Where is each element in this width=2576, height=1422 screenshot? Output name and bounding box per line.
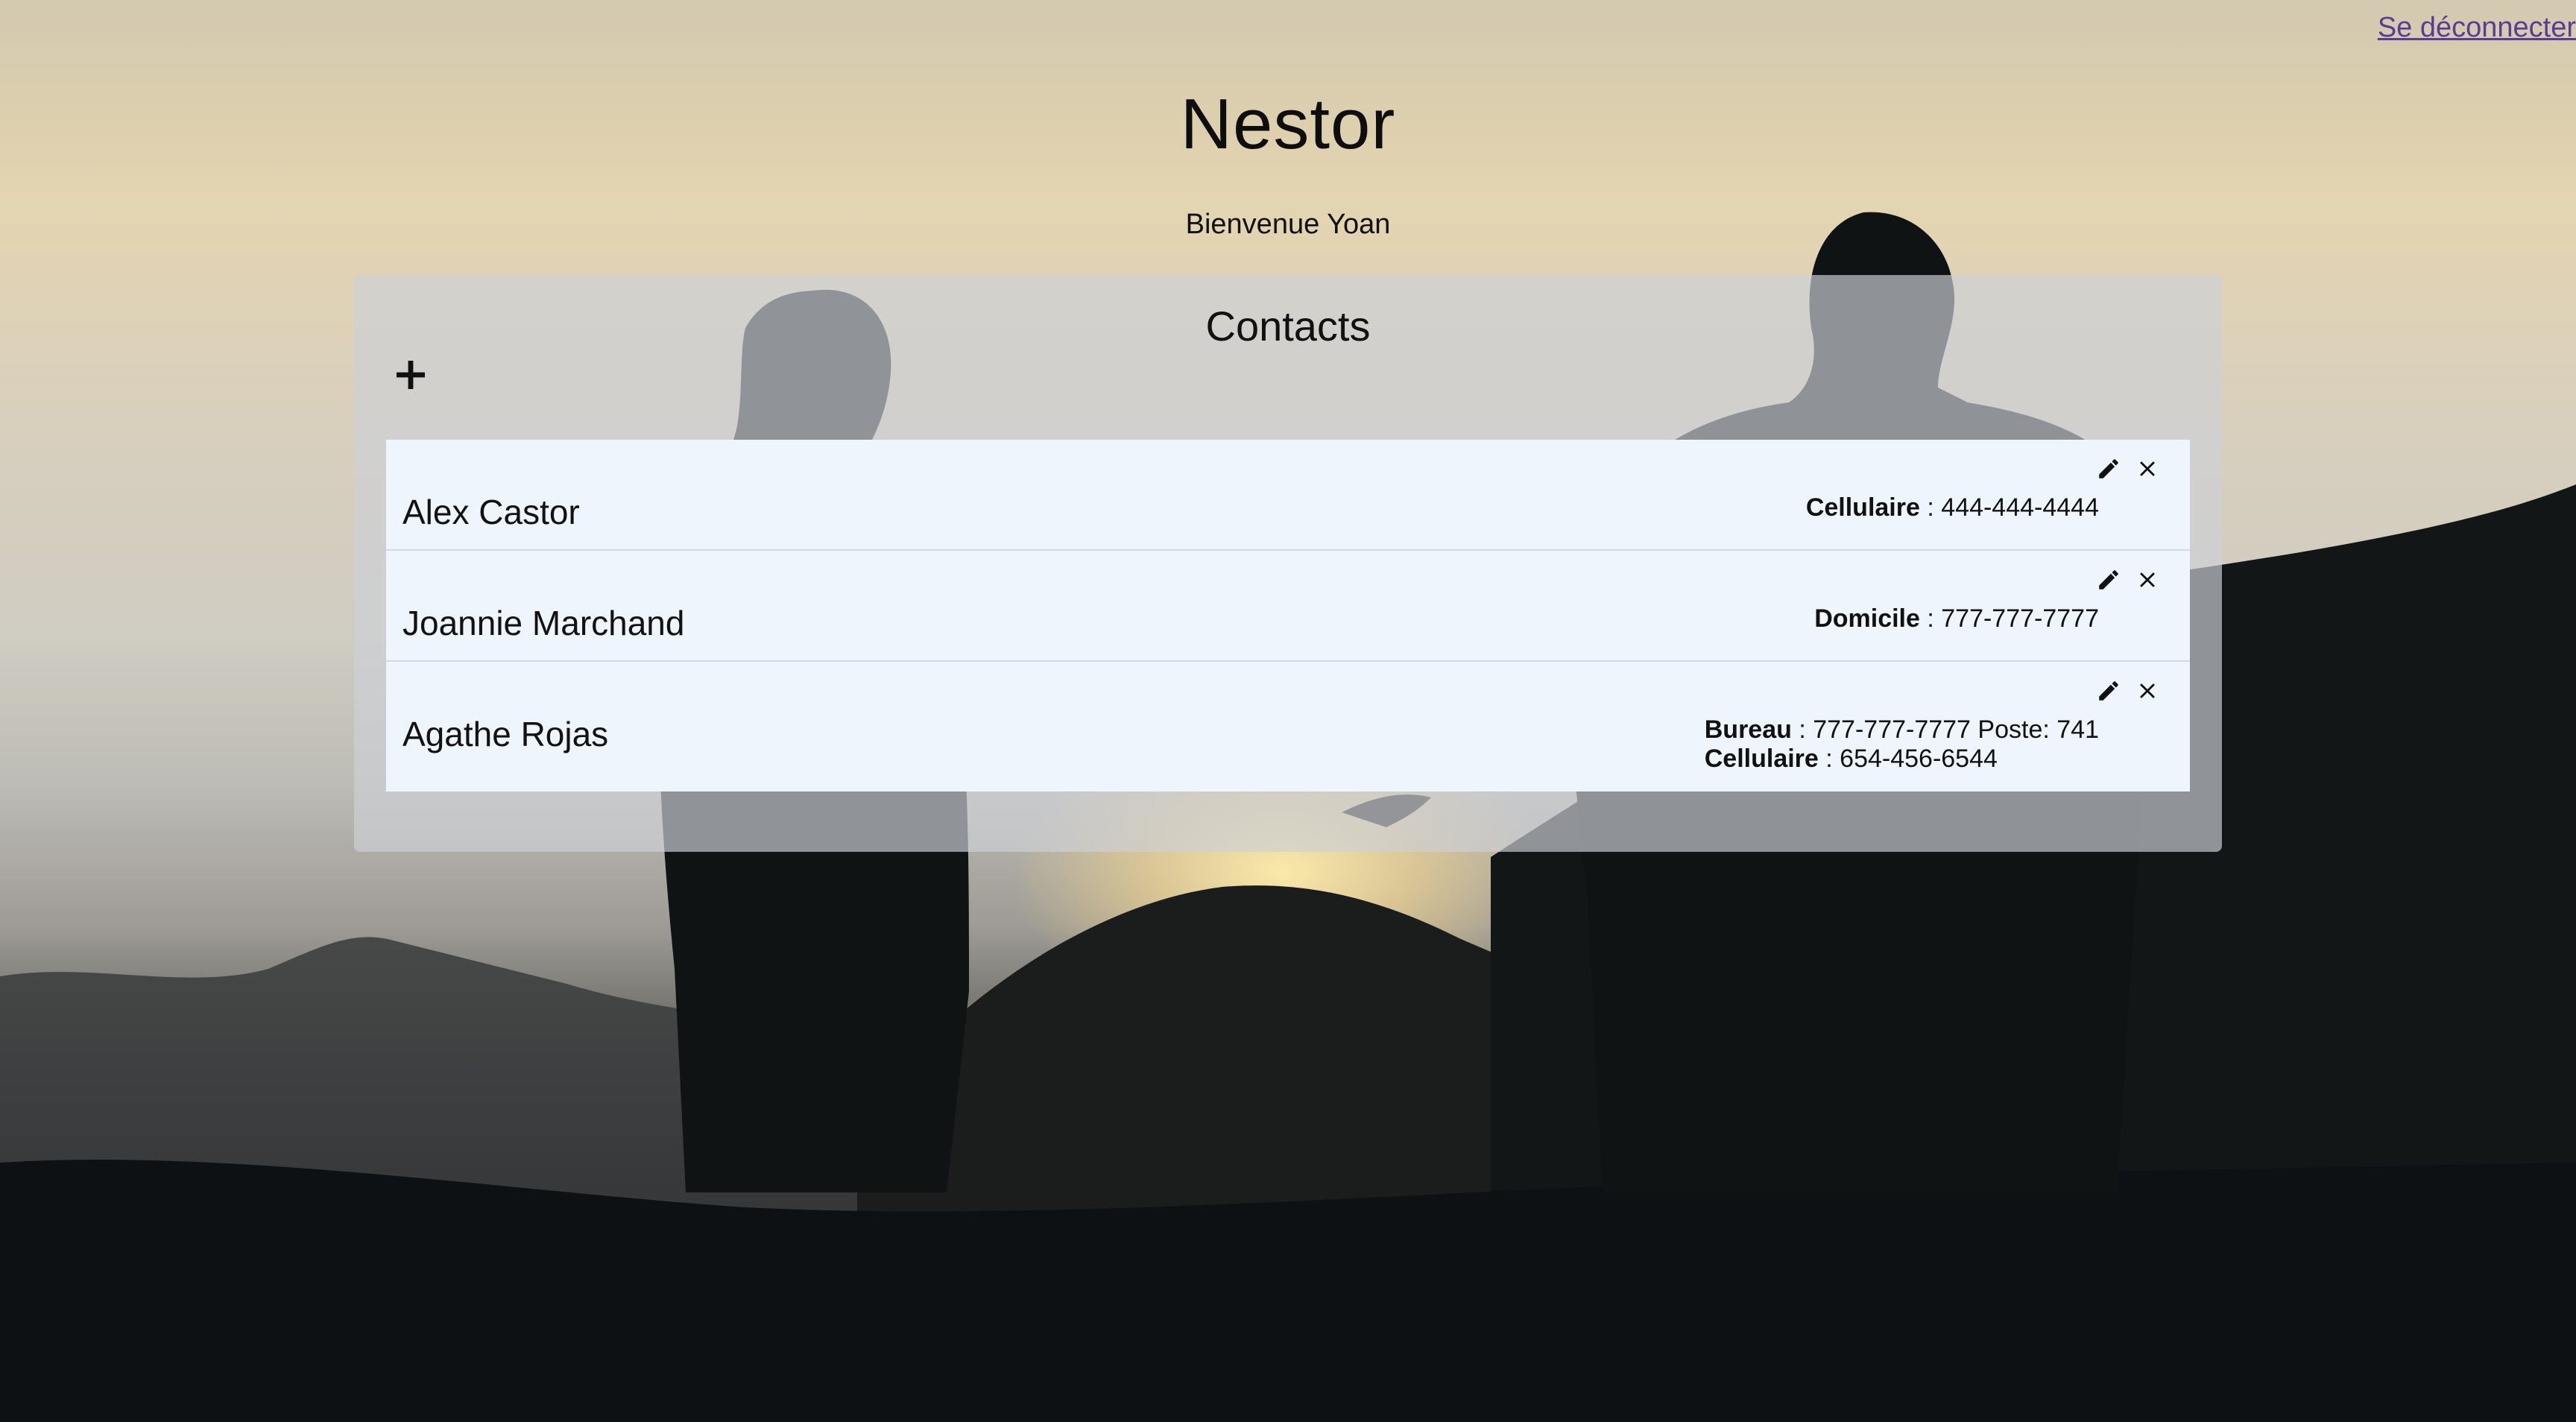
contacts-list: Alex Castor Cellulaire : 444-444-4444 Jo… [386, 440, 2190, 791]
contacts-panel: Contacts Alex Castor Cellulaire : 444-44… [354, 275, 2222, 852]
logout-link[interactable]: Se déconnecter [2378, 12, 2576, 44]
contact-phones: Cellulaire : 444-444-4444 [1806, 493, 2099, 522]
contact-actions [2096, 678, 2160, 704]
phone-type: Cellulaire [1704, 745, 1819, 773]
contact-phones: Domicile : 777-777-7777 [1814, 604, 2099, 633]
phone-line: Cellulaire : 444-444-4444 [1806, 493, 2099, 522]
phone-number: 444-444-4444 [1941, 493, 2099, 522]
phone-line: Cellulaire : 654-456-6544 [1705, 745, 2099, 774]
phone-number: 777-777-7777 [1941, 604, 2099, 633]
welcome-message: Bienvenue Yoan [1185, 209, 1391, 240]
contact-phones: Bureau : 777-777-7777 Poste: 741 Cellula… [1705, 715, 2099, 774]
phone-extension: Poste: 741 [1970, 715, 2099, 744]
contact-actions [2096, 456, 2160, 481]
contact-row: Agathe Rojas Bureau : 777-777-7777 Poste… [386, 662, 2190, 791]
phone-separator: : [1919, 493, 1942, 522]
pencil-icon[interactable] [2096, 567, 2121, 592]
phone-line: Bureau : 777-777-7777 Poste: 741 [1705, 715, 2099, 745]
pencil-icon[interactable] [2096, 678, 2121, 704]
contact-row: Joannie Marchand Domicile : 777-777-7777 [386, 551, 2190, 662]
plus-icon[interactable] [393, 357, 429, 393]
phone-separator: : [1791, 715, 1813, 744]
phone-type: Cellulaire [1805, 493, 1920, 522]
contact-name: Agathe Rojas [402, 715, 609, 753]
phone-type: Domicile [1814, 604, 1920, 633]
contact-name: Joannie Marchand [402, 604, 685, 642]
phone-number: 654-456-6544 [1840, 745, 1998, 773]
phone-number: 777-777-7777 [1813, 715, 1971, 744]
phone-line: Domicile : 777-777-7777 [1814, 604, 2099, 633]
app-title: Nestor [1180, 84, 1396, 164]
contact-name: Alex Castor [402, 493, 580, 531]
contact-row: Alex Castor Cellulaire : 444-444-4444 [386, 440, 2190, 551]
pencil-icon[interactable] [2096, 456, 2121, 481]
close-icon[interactable] [2135, 567, 2160, 592]
contact-actions [2096, 567, 2160, 592]
close-icon[interactable] [2135, 678, 2160, 704]
phone-separator: : [1818, 745, 1840, 773]
phone-separator: : [1919, 604, 1942, 633]
close-icon[interactable] [2135, 456, 2160, 481]
phone-type: Bureau [1704, 715, 1792, 744]
contacts-title: Contacts [1205, 303, 1371, 350]
